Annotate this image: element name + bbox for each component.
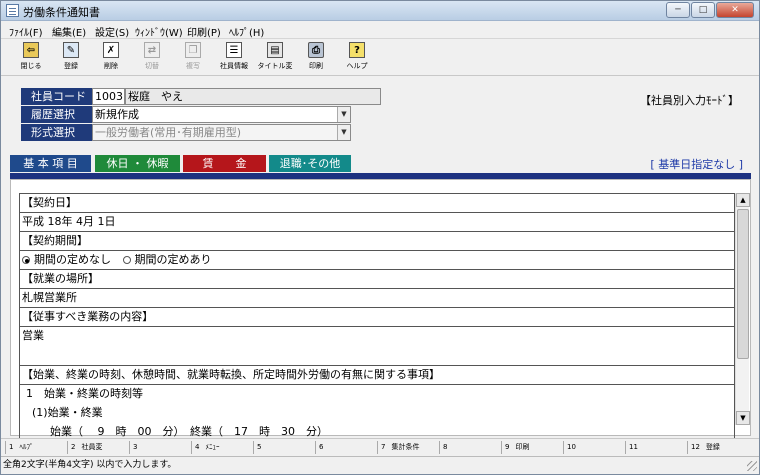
- menu-help[interactable]: ﾍﾙﾌﾟ(H): [229, 24, 264, 39]
- close-button[interactable]: ✕: [716, 2, 754, 18]
- fkey-2[interactable]: 2 社員変: [67, 441, 129, 454]
- employee-name-field: 桜庭 やえ: [125, 88, 381, 105]
- history-select-label: 履歴選択: [21, 106, 92, 123]
- function-key-bar: 1 ﾍﾙﾌﾟ 2 社員変 3 4 ﾒﾆｭｰ 5 6 7 集計条件 8 9 印刷 10 11…: [1, 438, 759, 455]
- history-select[interactable]: 新規作成 ▼: [92, 106, 351, 123]
- form-area: 【契約日】 平成 18年 4月 1日 【契約期間】 期間の定めなし 期間の定めあ…: [10, 179, 751, 442]
- fkey-12[interactable]: 12 登録: [687, 441, 755, 454]
- radio-checked-icon: [22, 256, 30, 264]
- print-button[interactable]: ⎙ 印刷: [298, 42, 334, 74]
- printer-icon: ⎙: [308, 42, 324, 58]
- scroll-thumb[interactable]: [737, 209, 749, 359]
- minimize-button[interactable]: ─: [666, 2, 690, 18]
- tab-wages[interactable]: 賃 金: [183, 155, 266, 172]
- maximize-button[interactable]: □: [691, 2, 715, 18]
- tab-retirement-other[interactable]: 退職･その他: [269, 155, 351, 172]
- help-button[interactable]: ? ヘルプ: [339, 42, 375, 74]
- delete-icon: ✗: [103, 42, 119, 58]
- switch-icon: ⇄: [144, 42, 160, 58]
- scroll-down-icon[interactable]: ▼: [736, 411, 750, 425]
- status-text: 全角2文字(半角4文字) 以内で入力します。: [3, 460, 177, 470]
- tab-holidays[interactable]: 休日 ・ 休暇: [95, 155, 180, 172]
- fkey-8[interactable]: 8: [439, 441, 501, 454]
- window-title: 労働条件通知書: [23, 6, 100, 19]
- format-select-value: 一般労働者(常用･有期雇用型): [95, 126, 242, 139]
- menu-bar: ﾌｧｲﾙ(F) 編集(E) 設定(S) ｳｨﾝﾄﾞｳ(W) 印刷(P) ﾍﾙﾌﾟ…: [1, 22, 759, 39]
- working-hours-line-1[interactable]: 1 始業・終業の時刻等: [19, 385, 735, 404]
- form-table: 【契約日】 平成 18年 4月 1日 【契約期間】 期間の定めなし 期間の定めあ…: [19, 193, 735, 442]
- fkey-5[interactable]: 5: [253, 441, 315, 454]
- menu-settings[interactable]: 設定(S): [95, 24, 129, 39]
- contract-date-label: 【契約日】: [19, 194, 735, 213]
- copy-button[interactable]: ❐ 複写: [175, 42, 211, 74]
- working-hours-label: 【始業、終業の時刻、休憩時間、就業時転換、所定時間外労働の有無に関する事項】: [19, 366, 735, 385]
- fkey-11[interactable]: 11: [625, 441, 687, 454]
- duties-field[interactable]: 営業: [19, 327, 735, 366]
- copy-icon: ❐: [185, 42, 201, 58]
- exit-button[interactable]: ⇦ 閉じる: [13, 42, 49, 74]
- vertical-scrollbar[interactable]: ▲ ▼: [735, 193, 750, 425]
- employee-code-label: 社員コード: [21, 88, 92, 105]
- app-window: 労働条件通知書 ─ □ ✕ ﾌｧｲﾙ(F) 編集(E) 設定(S) ｳｨﾝﾄﾞｳ…: [0, 0, 760, 475]
- format-select[interactable]: 一般労働者(常用･有期雇用型) ▼: [92, 124, 351, 141]
- base-date-label: [ 基準日指定なし ]: [650, 158, 743, 171]
- fkey-3[interactable]: 3: [129, 441, 191, 454]
- document-icon: [6, 4, 19, 17]
- working-hours-line-2[interactable]: (1)始業・終業: [19, 404, 735, 423]
- contract-period-label: 【契約期間】: [19, 232, 735, 251]
- title-change-icon: ▤: [267, 42, 283, 58]
- format-select-label: 形式選択: [21, 124, 92, 141]
- radio-unchecked-icon: [122, 256, 131, 264]
- status-bar: 全角2文字(半角4文字) 以内で入力します。: [1, 456, 759, 474]
- fkey-6[interactable]: 6: [315, 441, 377, 454]
- fkey-7[interactable]: 7 集計条件: [377, 441, 439, 454]
- menu-file[interactable]: ﾌｧｲﾙ(F): [9, 24, 43, 39]
- fkey-1[interactable]: 1 ﾍﾙﾌﾟ: [5, 441, 67, 454]
- register-icon: ✎: [63, 42, 79, 58]
- title-bar[interactable]: 労働条件通知書 ─ □ ✕: [1, 1, 759, 21]
- employee-info-button[interactable]: ☰ 社員情報: [216, 42, 252, 74]
- history-select-value: 新規作成: [95, 108, 139, 121]
- title-change-button[interactable]: ▤ タイトル変: [257, 42, 293, 74]
- menu-print[interactable]: 印刷(P): [187, 24, 221, 39]
- resize-grip-icon[interactable]: [747, 461, 757, 471]
- exit-icon: ⇦: [23, 42, 39, 58]
- toolbar: ⇦ 閉じる ✎ 登録 ✗ 削除 ⇄ 切替 ❐ 複写 ☰ 社員情報 ▤ タイトル変…: [1, 40, 759, 76]
- chevron-down-icon[interactable]: ▼: [337, 125, 350, 140]
- contract-date-field[interactable]: 平成 18年 4月 1日: [19, 213, 735, 232]
- fkey-9[interactable]: 9 印刷: [501, 441, 563, 454]
- menu-window[interactable]: ｳｨﾝﾄﾞｳ(W): [135, 24, 183, 39]
- help-icon: ?: [349, 42, 365, 58]
- menu-edit[interactable]: 編集(E): [52, 24, 86, 39]
- employee-info-icon: ☰: [226, 42, 242, 58]
- period-none-radio[interactable]: 期間の定めなし: [22, 253, 111, 266]
- fkey-4[interactable]: 4 ﾒﾆｭｰ: [191, 441, 253, 454]
- workplace-label: 【就業の場所】: [19, 270, 735, 289]
- fkey-10[interactable]: 10: [563, 441, 625, 454]
- workplace-field[interactable]: 札幌営業所: [19, 289, 735, 308]
- delete-button[interactable]: ✗ 削除: [93, 42, 129, 74]
- contract-period-options: 期間の定めなし 期間の定めあり: [19, 251, 735, 270]
- duties-label: 【従事すべき業務の内容】: [19, 308, 735, 327]
- employee-code-field[interactable]: 1003: [92, 88, 125, 105]
- switch-button[interactable]: ⇄ 切替: [134, 42, 170, 74]
- register-button[interactable]: ✎ 登録: [53, 42, 89, 74]
- chevron-down-icon[interactable]: ▼: [337, 107, 350, 122]
- period-fixed-radio[interactable]: 期間の定めあり: [122, 253, 212, 266]
- scroll-up-icon[interactable]: ▲: [736, 193, 750, 207]
- tab-basic-items[interactable]: 基 本 項 目: [10, 155, 91, 172]
- input-mode-label: 【社員別入力ﾓｰﾄﾞ】: [640, 94, 739, 107]
